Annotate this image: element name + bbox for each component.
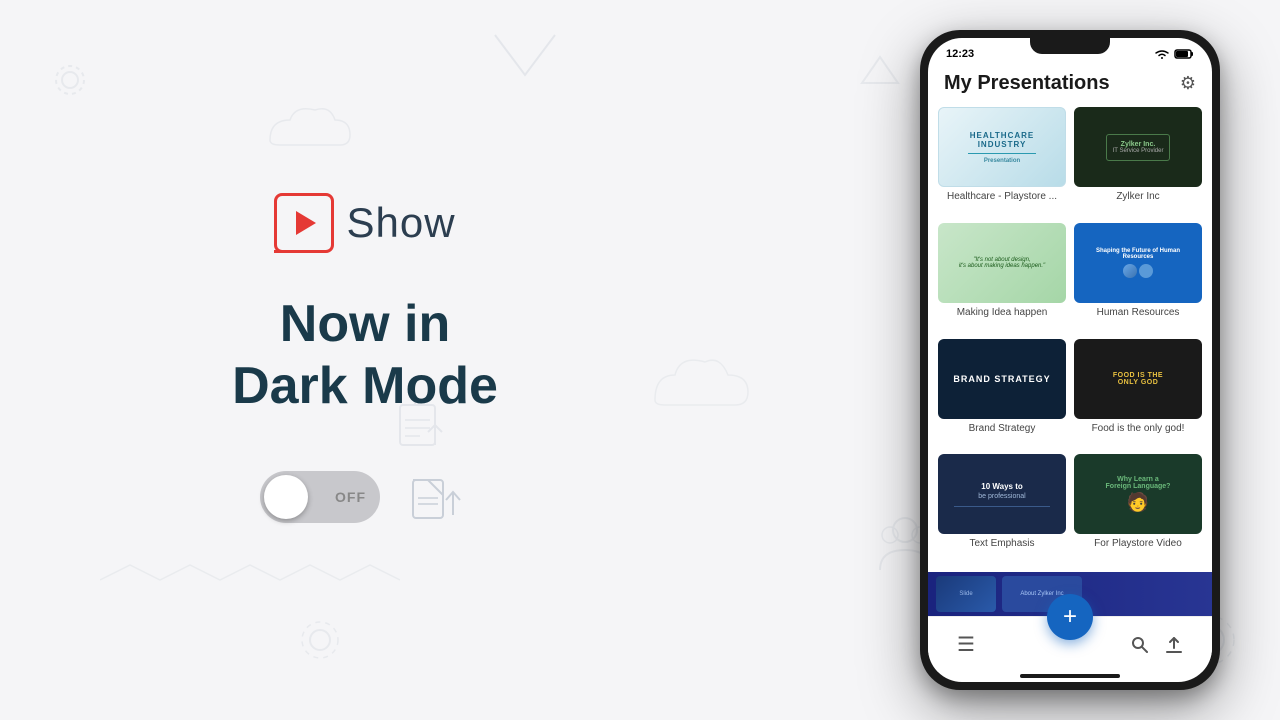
pres-label-8: For Playstore Video (1074, 538, 1202, 549)
upload-decoration-icon (408, 470, 463, 525)
presentations-grid: HEALTHCARE INDUSTRY Presentation Healthc… (928, 107, 1212, 572)
upload-icon-area (400, 467, 470, 527)
play-icon (296, 211, 316, 235)
presentation-item-4[interactable]: Shaping the Future of Human Resources Hu… (1074, 223, 1202, 331)
thumb-text-emphasis: 10 Ways to be professional (938, 454, 1066, 534)
presentation-item-2[interactable]: Zylker Inc. IT Service Provider Zylker I… (1074, 107, 1202, 215)
home-indicator (1020, 674, 1120, 678)
pres-label-5: Brand Strategy (938, 423, 1066, 434)
pres-label-6: Food is the only god! (1074, 423, 1202, 434)
pres-label-2: Zylker Inc (1074, 191, 1202, 202)
menu-button[interactable]: ☰ (957, 632, 975, 657)
pres-label-1: Healthcare - Playstore ... (938, 191, 1066, 202)
tagline-line1: Now in (280, 295, 450, 353)
app-header: My Presentations ⚙ (928, 64, 1212, 107)
partial-thumb-left: Slide (936, 576, 996, 612)
presentation-item-3[interactable]: "It's not about design, it's about makin… (938, 223, 1066, 331)
toggle-container: OFF (260, 467, 470, 527)
phone-container: 12:23 My Presentations (920, 30, 1220, 690)
tagline: Now in Dark Mode (232, 293, 498, 418)
phone-notch (1030, 38, 1110, 54)
add-presentation-fab[interactable]: + (1047, 594, 1093, 640)
app-header-title: My Presentations (944, 72, 1110, 95)
logo-area: Show (274, 193, 455, 253)
dark-mode-toggle[interactable]: OFF (260, 471, 380, 523)
phone-frame: 12:23 My Presentations (920, 30, 1220, 690)
presentation-item-5[interactable]: BRAND STRATEGY Brand Strategy (938, 339, 1066, 447)
thumb-brand: BRAND STRATEGY (938, 339, 1066, 419)
status-time: 12:23 (946, 48, 974, 60)
pres-label-3: Making Idea happen (938, 307, 1066, 318)
thumb-making: "It's not about design, it's about makin… (938, 223, 1066, 303)
toggle-label: OFF (335, 489, 366, 505)
battery-icon (1174, 48, 1194, 60)
thumb-hr: Shaping the Future of Human Resources (1074, 223, 1202, 303)
bottom-nav: ☰ + (928, 616, 1212, 672)
tagline-line2: Dark Mode (232, 357, 498, 415)
search-button[interactable] (1131, 636, 1149, 654)
nav-right-icons (1131, 636, 1183, 654)
presentation-item-8[interactable]: Why Learn a Foreign Language? 🧑 For Play… (1074, 454, 1202, 562)
presentation-item-1[interactable]: HEALTHCARE INDUSTRY Presentation Healthc… (938, 107, 1066, 215)
thumb-playstore: Why Learn a Foreign Language? 🧑 (1074, 454, 1202, 534)
app-logo-icon (274, 193, 334, 253)
pres-label-4: Human Resources (1074, 307, 1202, 318)
upload-button[interactable] (1165, 636, 1183, 654)
toggle-knob (264, 475, 308, 519)
settings-button[interactable]: ⚙ (1180, 73, 1196, 94)
presentation-item-7[interactable]: 10 Ways to be professional Text Emphasis (938, 454, 1066, 562)
left-panel: Show Now in Dark Mode OFF (0, 0, 730, 720)
app-name: Show (346, 199, 455, 247)
wifi-icon (1154, 48, 1170, 60)
phone-screen: 12:23 My Presentations (928, 38, 1212, 682)
presentation-item-6[interactable]: FOOD IS THE ONLY GOD Food is the only go… (1074, 339, 1202, 447)
thumb-zylker: Zylker Inc. IT Service Provider (1074, 107, 1202, 187)
pres-label-7: Text Emphasis (938, 538, 1066, 549)
thumb-healthcare: HEALTHCARE INDUSTRY Presentation (938, 107, 1066, 187)
thumb-food: FOOD IS THE ONLY GOD (1074, 339, 1202, 419)
status-icons (1154, 48, 1194, 60)
